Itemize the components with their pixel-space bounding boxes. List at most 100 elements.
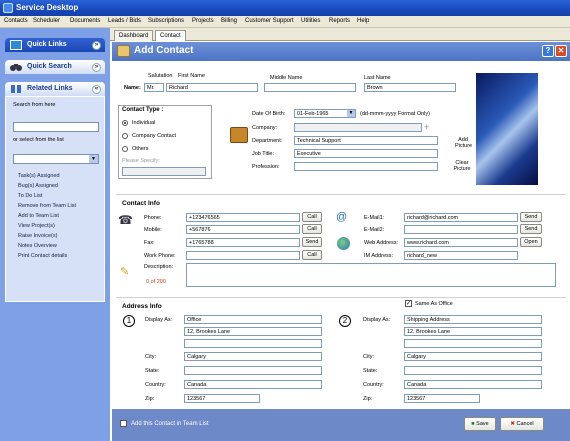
company-field[interactable]	[294, 123, 422, 132]
address2-city-field[interactable]: Calgary	[404, 352, 542, 361]
tab-dashboard[interactable]: Dashboard	[114, 30, 154, 41]
add-picture-button[interactable]: Add Picture	[455, 137, 472, 149]
first-name-field[interactable]: Richard	[166, 83, 258, 92]
dob-field[interactable]: 01-Feb-1965 ▼	[294, 109, 356, 118]
link-raise-invoices[interactable]: Raise Invoice(s)	[18, 233, 57, 239]
quick-links-header[interactable]: Quick Links »	[5, 38, 105, 52]
fax-field[interactable]: +1765788	[186, 238, 300, 247]
close-icon[interactable]: ✕	[555, 45, 567, 57]
first-name-label: First Name	[178, 73, 205, 79]
description-field[interactable]	[186, 263, 556, 287]
address2-line1-field[interactable]: 12, Brookes Lane	[404, 327, 542, 336]
menu-projects[interactable]: Projects	[192, 18, 214, 24]
mobile-call-button[interactable]: Call	[302, 224, 322, 234]
expand-icon[interactable]: »	[92, 63, 101, 72]
dob-hint: (dd-mmm-yyyy Format Only)	[360, 111, 430, 117]
address1-line1-field[interactable]: 12, Brookes Lane	[184, 327, 322, 336]
expand-icon[interactable]: »	[92, 41, 101, 50]
address1-state-label: State:	[145, 368, 160, 374]
menu-contacts[interactable]: Contacts	[4, 18, 28, 24]
address1-city-field[interactable]: Calgary	[184, 352, 322, 361]
menu-billing[interactable]: Billing	[221, 18, 237, 24]
link-bugs-assigned[interactable]: Bug(s) Assigned	[18, 183, 58, 189]
contact-card-icon	[117, 45, 130, 57]
department-label: Department:	[252, 138, 283, 144]
link-to-do-list[interactable]: To Do List	[18, 193, 42, 199]
last-name-field[interactable]: Brown	[364, 83, 456, 92]
profession-field[interactable]	[294, 162, 438, 171]
menu-help[interactable]: Help	[357, 18, 369, 24]
address1-display-field[interactable]: Office	[184, 315, 322, 324]
radio-individual[interactable]	[122, 120, 128, 126]
link-print-contact[interactable]: Print Contact details	[18, 253, 67, 259]
sidebar-search-input[interactable]	[13, 122, 99, 132]
address1-line2-field[interactable]	[184, 339, 322, 348]
menu-utilities[interactable]: Utilities	[301, 18, 320, 24]
address2-country-field[interactable]: Canada	[404, 380, 542, 389]
email2-field[interactable]	[404, 225, 518, 234]
job-title-field[interactable]: Executive	[294, 149, 438, 158]
phone-icon: ☎	[118, 213, 133, 227]
quick-search-header[interactable]: Quick Search »	[5, 60, 105, 74]
please-specify-field[interactable]	[122, 167, 206, 176]
team-list-label: Add this Contact in Team List	[131, 421, 209, 427]
cancel-button[interactable]: ✖ Cancel	[500, 417, 544, 431]
address1-state-field[interactable]	[184, 366, 322, 375]
address2-state-field[interactable]	[404, 366, 542, 375]
phone-field[interactable]: +123476565	[186, 213, 300, 222]
address1-zip-field[interactable]: 123567	[184, 394, 260, 403]
related-links-header[interactable]: Related Links «	[5, 82, 105, 96]
save-button[interactable]: ■ Save	[464, 417, 496, 431]
link-view-projects[interactable]: View Project(s)	[18, 223, 55, 229]
web-address-field[interactable]: www.richard.com	[404, 238, 518, 247]
tab-contact[interactable]: Contact	[155, 30, 186, 41]
im-address-label: IM Address:	[364, 253, 394, 259]
radio-others[interactable]	[122, 146, 128, 152]
salutation-label: Salutation	[148, 73, 173, 79]
link-remove-from-team[interactable]: Remove from Team List	[18, 203, 76, 209]
email1-send-button[interactable]: Send	[520, 212, 542, 222]
middle-name-field[interactable]	[264, 83, 356, 92]
address1-zip-label: Zip:	[145, 396, 155, 402]
clear-picture-button[interactable]: Clear Picture	[453, 160, 471, 172]
email1-field[interactable]: richard@richard.com	[404, 213, 518, 222]
radio-company-contact[interactable]	[122, 133, 128, 139]
phone-call-button[interactable]: Call	[302, 212, 322, 222]
work-phone-field[interactable]	[186, 251, 300, 260]
quick-links-icon	[10, 40, 22, 50]
menu-reports[interactable]: Reports	[329, 18, 350, 24]
form-header: Add Contact ? ✕	[112, 42, 570, 61]
fax-send-button[interactable]: Send	[302, 237, 322, 247]
link-tasks-assigned[interactable]: Task(s) Assigned	[18, 173, 60, 179]
link-notes-overview[interactable]: Notes Overview	[18, 243, 57, 249]
menu-documents[interactable]: Documents	[70, 18, 100, 24]
address1-country-field[interactable]: Canada	[184, 380, 322, 389]
menu-leads-bids[interactable]: Leads / Bids	[108, 18, 141, 24]
salutation-field[interactable]: Mr.	[144, 83, 164, 92]
phone-label: Phone:	[144, 215, 162, 221]
mobile-field[interactable]: +567876	[186, 225, 300, 234]
help-icon[interactable]: ?	[542, 45, 554, 57]
address2-zip-field[interactable]: 123567	[404, 394, 480, 403]
collapse-icon[interactable]: «	[92, 85, 101, 94]
link-add-to-team[interactable]: Add to Team List	[18, 213, 59, 219]
sidebar-list-select[interactable]: ▼	[13, 154, 99, 164]
im-address-field[interactable]: richard_new	[404, 251, 518, 260]
radio-individual-label: Individual	[132, 120, 156, 126]
team-list-checkbox[interactable]	[120, 420, 127, 427]
radio-others-label: Others	[132, 146, 149, 152]
chevron-down-icon[interactable]: ▼	[89, 155, 98, 163]
address2-line2-field[interactable]	[404, 339, 542, 348]
menu-subscriptions[interactable]: Subscriptions	[148, 18, 184, 24]
same-as-office-checkbox[interactable]: ✓	[405, 300, 412, 307]
web-open-button[interactable]: Open	[520, 237, 542, 247]
chevron-down-icon[interactable]: ▼	[347, 110, 355, 117]
add-company-icon[interactable]: +	[424, 122, 429, 132]
address2-display-field[interactable]: Shipping Address	[404, 315, 542, 324]
email2-send-button[interactable]: Send	[520, 224, 542, 234]
department-field[interactable]: Technical Support	[294, 136, 438, 145]
menu-customer-support[interactable]: Customer Support	[245, 18, 294, 24]
menu-scheduler[interactable]: Scheduler	[33, 18, 60, 24]
work-phone-call-button[interactable]: Call	[302, 250, 322, 260]
select-from-list-label: or select from the list	[13, 137, 64, 143]
